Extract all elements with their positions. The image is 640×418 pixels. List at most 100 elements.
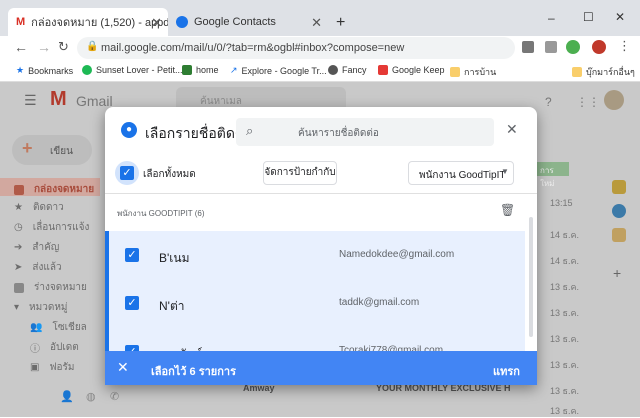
reload-icon[interactable]: ↻ bbox=[58, 39, 69, 55]
account-avatar[interactable] bbox=[604, 90, 624, 110]
home-icon bbox=[182, 65, 192, 75]
forward-icon[interactable]: → bbox=[37, 39, 51, 55]
trash-icon[interactable]: 🗑 bbox=[500, 203, 515, 217]
bookmark-item[interactable]: Sunset Lover - Petit... bbox=[82, 65, 183, 75]
contact-row[interactable]: ✓ B'เนม Namedokdee@gmail.com bbox=[105, 231, 525, 279]
contact-name: B'เนม bbox=[159, 251, 190, 265]
bookmark-item[interactable]: ★ Bookmarks bbox=[16, 65, 73, 76]
tab-title: กล่องจดหมาย (1,520) - appdodee@ bbox=[31, 17, 168, 29]
browser-tab-strip: M กล่องจดหมาย (1,520) - appdodee@ ✕ Goog… bbox=[0, 0, 640, 36]
apps-icon[interactable]: ⋮⋮ bbox=[576, 95, 600, 109]
insert-button[interactable]: แทรก bbox=[493, 362, 520, 380]
gmail-logo-text: Gmail bbox=[76, 93, 113, 109]
spotify-icon bbox=[82, 65, 92, 75]
people-icon: 👥 bbox=[30, 322, 43, 333]
lock-icon: 🔒 bbox=[86, 41, 99, 52]
close-window-button[interactable]: ✕ bbox=[615, 10, 625, 24]
email-date: 13:15 bbox=[550, 198, 573, 208]
important-icon: ➔ bbox=[14, 242, 23, 253]
phone-icon[interactable]: ✆ bbox=[110, 390, 119, 403]
contact-email: Namedokdee@gmail.com bbox=[339, 249, 455, 260]
hamburger-icon[interactable]: ☰ bbox=[24, 92, 37, 109]
help-icon[interactable]: ? bbox=[545, 95, 552, 109]
contact-email: taddk@gmail.com bbox=[339, 297, 420, 308]
tab-gmail[interactable]: M กล่องจดหมาย (1,520) - appdodee@ ✕ bbox=[8, 8, 168, 36]
sidebar-item-categories[interactable]: ▾ หมวดหมู่ bbox=[14, 300, 68, 315]
extension-icon[interactable] bbox=[522, 41, 534, 53]
bookmark-item[interactable]: Google Keep bbox=[378, 65, 445, 75]
email-date: 14 ธ.ค. bbox=[550, 230, 580, 240]
new-tab-button[interactable]: + bbox=[336, 14, 345, 32]
sidebar-item-forums[interactable]: ▣ ฟอรัม bbox=[30, 360, 75, 375]
sidebar-item-sent[interactable]: ➤ ส่งแล้ว bbox=[14, 260, 62, 275]
close-icon[interactable]: ✕ bbox=[151, 15, 162, 31]
contact-row[interactable]: ✓ N'ต่า taddk@gmail.com bbox=[105, 279, 525, 327]
trends-icon: ↗ bbox=[230, 65, 238, 75]
bookmark-item[interactable]: บุ๊กมาร์กอื่นๆ bbox=[572, 65, 635, 79]
email-date: 13 ธ.ค. bbox=[550, 386, 580, 396]
close-icon[interactable]: ✕ bbox=[311, 15, 322, 31]
info-icon: ⓘ bbox=[30, 344, 40, 355]
plus-icon: + bbox=[22, 138, 33, 158]
hangouts-icon[interactable]: ◍ bbox=[86, 390, 96, 403]
tasks-side-icon[interactable] bbox=[612, 204, 626, 218]
select-all-label: เลือกทั้งหมด bbox=[143, 169, 196, 180]
folder-icon bbox=[450, 67, 460, 77]
sidebar-item-snoozed[interactable]: ◷ เลื่อนการแจ้ง bbox=[14, 220, 89, 235]
forum-icon: ▣ bbox=[30, 362, 40, 373]
avatar[interactable] bbox=[592, 40, 606, 54]
email-date: 13 ธ.ค. bbox=[550, 282, 580, 292]
close-icon[interactable]: ✕ bbox=[117, 359, 129, 376]
grammarly-icon[interactable] bbox=[566, 40, 580, 54]
contact-search-input[interactable]: ⌕ ค้นหารายชื่อติดต่อ bbox=[236, 118, 494, 146]
gmail-icon: M bbox=[16, 16, 26, 28]
group-header: พนักงาน GOODTIPIT (6) bbox=[117, 209, 205, 218]
draft-icon bbox=[14, 282, 24, 293]
email-date: 14 ธ.ค. bbox=[550, 256, 580, 266]
minimize-button[interactable]: – bbox=[548, 11, 555, 25]
star-icon: ★ bbox=[14, 202, 23, 213]
manage-labels-button[interactable]: จัดการป้ายกำกับ bbox=[263, 161, 337, 185]
email-date: 13 ธ.ค. bbox=[550, 406, 580, 416]
contact-checkbox[interactable]: ✓ bbox=[125, 296, 139, 310]
sidebar-item-updates[interactable]: ⓘ อัปเดต bbox=[30, 340, 79, 355]
sidebar-item-inbox[interactable]: กล่องจดหมาย bbox=[14, 182, 94, 197]
send-icon: ➤ bbox=[14, 262, 23, 273]
contact-name: N'ต่า bbox=[159, 299, 185, 313]
sidebar-item-starred[interactable]: ★ ติดดาว bbox=[14, 200, 64, 215]
label-icon: ▾ bbox=[14, 302, 20, 313]
bookmarks-bar: ★ Bookmarks Sunset Lover - Petit... home … bbox=[0, 60, 640, 82]
contact-checkbox[interactable]: ✓ bbox=[125, 248, 139, 262]
back-icon[interactable]: ← bbox=[14, 39, 28, 55]
bookmark-item[interactable]: การบ้าน bbox=[450, 65, 496, 79]
tab-google-contacts[interactable]: Google Contacts ✕ bbox=[168, 8, 328, 36]
fancy-icon bbox=[328, 65, 338, 75]
sidebar-item-drafts[interactable]: ร่างจดหมาย bbox=[14, 280, 87, 295]
sidebar-item-social[interactable]: 👥 โซเชียล bbox=[30, 320, 87, 335]
bookmark-item[interactable]: home bbox=[182, 65, 219, 75]
address-bar[interactable]: 🔒 mail.google.com/mail/u/0/?tab=rm&ogbl#… bbox=[77, 37, 515, 59]
close-dialog-icon[interactable]: ✕ bbox=[506, 121, 518, 138]
menu-icon[interactable]: ⋮ bbox=[618, 38, 631, 54]
chevron-down-icon: ▼ bbox=[501, 167, 509, 176]
sidebar-item-important[interactable]: ➔ สำคัญ bbox=[14, 240, 59, 255]
label-badge: การใหม่ bbox=[537, 162, 569, 188]
calendar-side-icon[interactable] bbox=[612, 228, 626, 242]
group-dropdown[interactable]: พนักงาน GoodTipIT ▼ bbox=[408, 161, 514, 185]
email-date: 13 ธ.ค. bbox=[550, 308, 580, 318]
bookmark-item[interactable]: Fancy bbox=[328, 65, 367, 75]
inbox-icon bbox=[14, 184, 24, 195]
contacts-icon bbox=[176, 16, 188, 28]
folder-icon bbox=[572, 67, 582, 77]
bookmark-item[interactable]: ↗ Explore - Google Tr... bbox=[230, 65, 327, 76]
maximize-button[interactable]: ☐ bbox=[583, 10, 594, 24]
keep-side-icon[interactable] bbox=[612, 180, 626, 194]
email-date: 13 ธ.ค. bbox=[550, 334, 580, 344]
select-all-checkbox[interactable]: ✓ bbox=[120, 166, 134, 180]
add-addon-icon[interactable]: + bbox=[613, 265, 621, 281]
scrollbar[interactable] bbox=[529, 217, 533, 337]
email-date: 13 ธ.ค. bbox=[550, 360, 580, 370]
contacts-icon[interactable]: 👤 bbox=[60, 390, 74, 403]
extension-icon[interactable] bbox=[545, 41, 557, 53]
account-circle-icon: ● bbox=[121, 122, 137, 138]
